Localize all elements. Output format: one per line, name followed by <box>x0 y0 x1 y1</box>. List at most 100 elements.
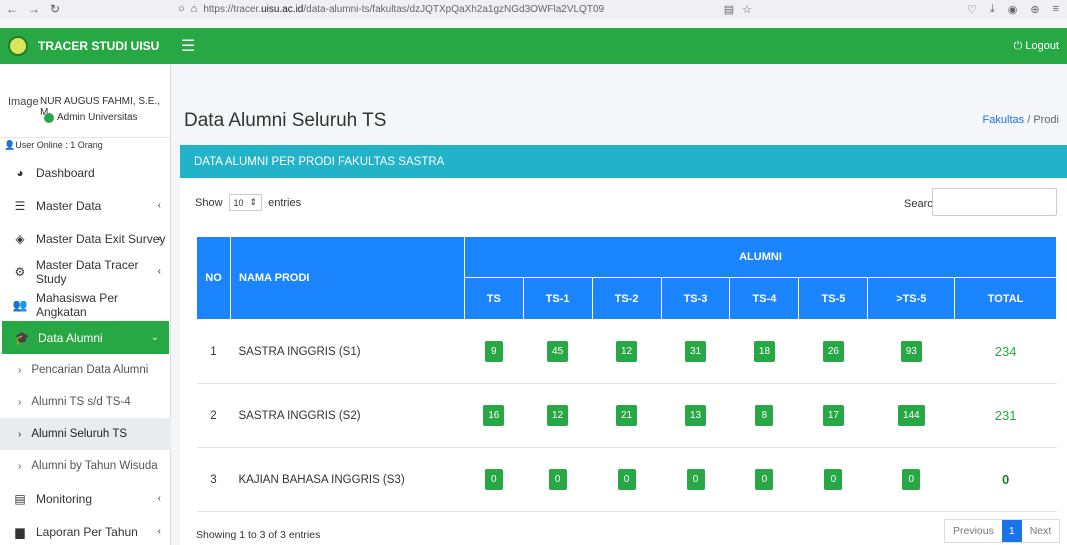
table-row: 1 SASTRA INGGRIS (S1) 9 45 12 31 18 26 9… <box>196 319 1057 384</box>
count-badge[interactable]: 93 <box>900 341 922 362</box>
count-badge[interactable]: 16 <box>483 405 505 426</box>
alumni-card: DATA ALUMNI PER PRODI FAKULTAS SASTRA Sh… <box>180 145 1067 545</box>
report-icon: ▆ <box>15 524 25 539</box>
count-badge[interactable]: 0 <box>686 469 705 490</box>
extensions-icon[interactable]: ⊕ <box>1030 3 1039 16</box>
count-badge[interactable]: 0 <box>824 469 843 490</box>
col-header-total[interactable]: TOTAL <box>954 277 1057 320</box>
breadcrumb-current: Prodi <box>1033 114 1059 126</box>
count-badge[interactable]: 12 <box>547 405 569 426</box>
col-header-ts-5[interactable]: TS-5 <box>798 277 869 320</box>
count-badge[interactable]: 0 <box>484 469 503 490</box>
bookmark-icon[interactable]: ☆ <box>742 3 752 16</box>
row-total: 234 <box>954 319 1057 384</box>
sidebar-subitem-tahun-wisuda[interactable]: › Alumni by Tahun Wisuda <box>0 450 171 482</box>
chevron-left-icon: ‹ <box>157 266 161 277</box>
count-badge[interactable]: 17 <box>822 405 844 426</box>
col-header-ts-3[interactable]: TS-3 <box>660 277 731 320</box>
breadcrumb-fakultas-link[interactable]: Fakultas <box>983 114 1025 126</box>
row-no: 2 <box>196 383 231 448</box>
user-role: Admin Universitas <box>44 112 138 123</box>
sidebar: Image NUR AUGUS FAHMI, S.E., M. Admin Un… <box>0 64 171 545</box>
brand-link[interactable]: TRACER STUDI UISU <box>0 28 171 64</box>
col-header-nama-prodi[interactable]: NAMA PRODI <box>230 236 465 320</box>
sidebar-item-exit-survey[interactable]: ◈ Master Data Exit Survey ‹ <box>0 222 171 255</box>
chevron-down-icon: ⌄ <box>150 332 159 343</box>
sidebar-subitem-seluruh-ts[interactable]: › Alumni Seluruh TS <box>0 418 171 450</box>
chevron-left-icon: ‹ <box>157 493 161 504</box>
count-badge[interactable]: 9 <box>484 341 503 362</box>
count-badge[interactable]: 144 <box>897 405 925 426</box>
next-button[interactable]: Next <box>1022 520 1060 542</box>
count-badge[interactable]: 45 <box>547 341 569 362</box>
sidebar-item-master-data[interactable]: ☰ Master Data ‹ <box>0 189 171 222</box>
page-title: Data Alumni Seluruh TS <box>184 110 387 131</box>
sidebar-menu: ◕ Dashboard ☰ Master Data ‹ ◈ Master Dat… <box>0 156 171 545</box>
sidebar-item-data-alumni[interactable]: 🎓 Data Alumni ⌄ <box>2 321 169 354</box>
sidebar-item-monitoring[interactable]: ▤ Monitoring ‹ <box>0 482 171 515</box>
page-length-control: Show 10 ⇕ entries <box>195 194 301 211</box>
sidebar-subitem-pencarian[interactable]: › Pencarian Data Alumni <box>0 354 171 386</box>
select-arrows-icon: ⇕ <box>249 197 258 207</box>
count-badge[interactable]: 0 <box>755 469 774 490</box>
power-icon: ⏻ <box>1013 39 1023 52</box>
search-input[interactable] <box>932 188 1057 216</box>
col-header-gt-ts-5[interactable]: >TS-5 <box>867 277 956 320</box>
sidebar-item-laporan[interactable]: ▆ Laporan Per Tahun ‹ <box>0 515 171 545</box>
count-badge[interactable]: 8 <box>755 405 774 426</box>
download-icon[interactable]: ⤓ <box>990 3 995 16</box>
sidebar-item-mahasiswa[interactable]: 👥 Mahasiswa Per Angkatan <box>0 288 171 321</box>
col-header-no[interactable]: NO <box>196 236 231 320</box>
sidebar-item-tracer-study[interactable]: ⚙ Master Data Tracer Study ‹ <box>0 255 171 288</box>
alumni-table: NO NAMA PRODI ALUMNI TS TS-1 TS-2 TS-3 T… <box>196 236 1057 512</box>
avatar: Image <box>8 96 39 108</box>
count-badge[interactable]: 31 <box>684 341 707 362</box>
forward-icon[interactable]: → <box>28 2 40 16</box>
row-no: 1 <box>196 319 231 384</box>
pocket-icon[interactable]: ♡ <box>967 3 977 16</box>
database-icon: ☰ <box>14 198 26 213</box>
count-badge[interactable]: 0 <box>548 469 567 490</box>
page-1-button[interactable]: 1 <box>1001 520 1022 542</box>
lock-icon: ⌂ <box>190 3 198 15</box>
university-logo-icon <box>8 36 28 56</box>
col-header-ts-4[interactable]: TS-4 <box>729 277 800 320</box>
browser-toolbar: ← → ↻ ○ ⌂ https://tracer.uisu.ac.id/data… <box>0 0 1067 18</box>
row-prodi-name: SASTRA INGGRIS (S1) <box>230 319 465 384</box>
account-icon[interactable]: ◉ <box>1008 3 1018 16</box>
monitor-icon: ▤ <box>14 491 26 506</box>
row-no: 3 <box>196 447 231 512</box>
dashboard-icon: ◕ <box>16 165 24 180</box>
shield-icon: ○ <box>178 3 185 15</box>
previous-button[interactable]: Previous <box>945 520 1002 542</box>
col-header-ts-2[interactable]: TS-2 <box>591 277 662 320</box>
sidebar-item-dashboard[interactable]: ◕ Dashboard <box>0 156 171 189</box>
chevron-right-icon: › <box>18 396 22 408</box>
user-panel: Image NUR AUGUS FAHMI, S.E., M. Admin Un… <box>0 64 170 138</box>
count-badge[interactable]: 0 <box>617 469 636 490</box>
chevron-right-icon: › <box>18 364 22 376</box>
graduation-cap-icon: 🎓 <box>14 330 30 345</box>
count-badge[interactable]: 21 <box>615 405 638 426</box>
page-length-select[interactable]: 10 ⇕ <box>228 194 263 211</box>
col-header-alumni-group: ALUMNI <box>464 236 1057 278</box>
count-badge[interactable]: 26 <box>822 341 844 362</box>
address-bar[interactable]: ○ ⌂ https://tracer.uisu.ac.id/data-alumn… <box>178 3 724 15</box>
count-badge[interactable]: 12 <box>615 341 638 362</box>
back-icon[interactable]: ← <box>6 2 18 16</box>
table-info: Showing 1 to 3 of 3 entries <box>196 529 321 541</box>
table-row: 3 KAJIAN BAHASA INGGRIS (S3) 0 0 0 0 0 0… <box>196 447 1057 512</box>
count-badge[interactable]: 18 <box>753 341 776 362</box>
reload-icon[interactable]: ↻ <box>50 2 60 16</box>
menu-icon[interactable]: ≡ <box>1053 3 1059 16</box>
sidebar-subitem-ts-s-d-ts4[interactable]: › Alumni TS s/d TS-4 <box>0 386 171 418</box>
logout-button[interactable]: ⏻ Logout <box>1014 40 1059 53</box>
chevron-right-icon: › <box>18 428 22 440</box>
col-header-ts[interactable]: TS <box>464 277 524 320</box>
count-badge[interactable]: 13 <box>684 405 707 426</box>
tracer-icon: ⚙ <box>14 264 26 279</box>
col-header-ts-1[interactable]: TS-1 <box>522 277 593 320</box>
hamburger-icon[interactable]: ☰ <box>181 36 195 56</box>
reader-icon[interactable]: ▤ <box>724 3 734 16</box>
count-badge[interactable]: 0 <box>902 469 921 490</box>
